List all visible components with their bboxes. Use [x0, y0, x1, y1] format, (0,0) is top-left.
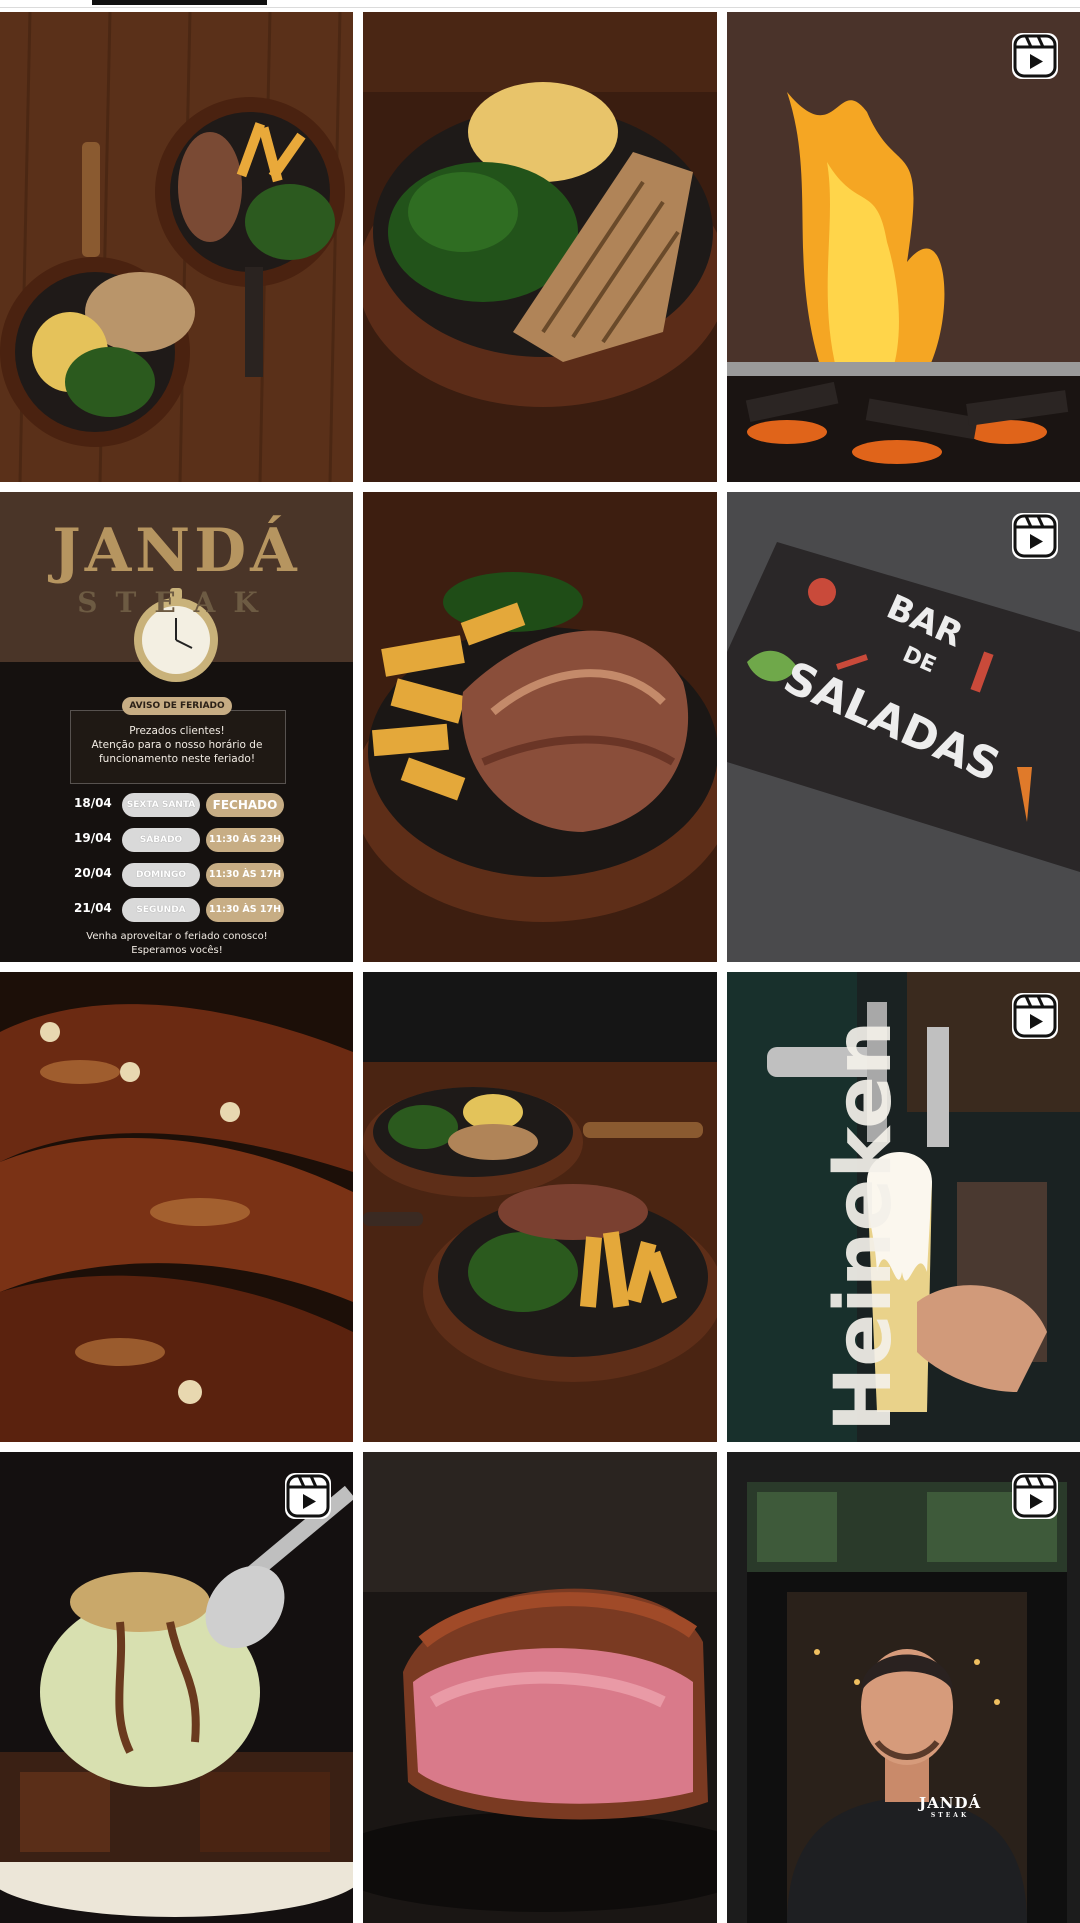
grid-post-grilled-fish[interactable]: [363, 12, 717, 482]
grid-post-owner-video[interactable]: JANDÁ STEAK: [727, 1452, 1080, 1923]
reels-icon: [1012, 1473, 1058, 1519]
post-image: [363, 12, 717, 482]
notice-message: Prezados clientes! Atenção para o nosso …: [72, 724, 282, 766]
schedule-row: 21/04 SEGUNDA 11:30 ÀS 17H: [74, 898, 284, 924]
reels-icon: [1012, 993, 1058, 1039]
schedule-date: 21/04: [74, 901, 112, 915]
schedule-day: SÁBADO: [122, 828, 200, 852]
grid-post-grilled-ribs[interactable]: [0, 972, 353, 1442]
post-image: [0, 12, 353, 482]
schedule-day: DOMINGO: [122, 863, 200, 887]
schedule-row: 20/04 DOMINGO 11:30 ÀS 17H: [74, 863, 284, 889]
schedule-day: SEXTA SANTA: [122, 793, 200, 817]
schedule-date: 19/04: [74, 831, 112, 845]
grid-post-steak-fries[interactable]: [0, 12, 353, 482]
grid-post-draft-beer[interactable]: Heineken: [727, 972, 1080, 1442]
grid-post-beef-fries[interactable]: [363, 492, 717, 962]
message-line: funcionamento neste feriado!: [98, 753, 256, 765]
post-image: [727, 12, 1080, 482]
brand-logo-sub: STEAK: [77, 586, 276, 619]
post-image: [0, 1452, 353, 1923]
notice-title: AVISO DE FERIADO: [122, 697, 232, 715]
tab-divider: [0, 7, 1080, 8]
footer-line: Venha aproveitar o feriado conosco!: [86, 931, 268, 942]
reels-icon: [1012, 33, 1058, 79]
schedule-hours: FECHADO: [206, 793, 284, 817]
post-image: [0, 972, 353, 1442]
post-image: [363, 492, 717, 962]
schedule-date: 18/04: [74, 796, 112, 810]
schedule-row: 19/04 SÁBADO 11:30 ÀS 23H: [74, 828, 284, 854]
shirt-logo: JANDÁ STEAK: [919, 1794, 981, 1819]
grid-post-two-skillets[interactable]: [363, 972, 717, 1442]
grid-post-wood-fire[interactable]: [727, 12, 1080, 482]
schedule-row: 18/04 SEXTA SANTA FECHADO: [74, 793, 284, 819]
reels-icon: [1012, 513, 1058, 559]
grid-post-rare-steak[interactable]: [363, 1452, 717, 1923]
beer-brand-text: Heineken: [819, 1020, 909, 1432]
active-tab-indicator: [92, 0, 267, 5]
post-image: [363, 1452, 717, 1923]
post-image: [363, 972, 717, 1442]
holiday-notice: JANDÁ STEAK AVISO DE FERIADO Prezados cl…: [0, 492, 353, 962]
schedule-day: SEGUNDA: [122, 898, 200, 922]
post-image: [727, 1452, 1080, 1923]
profile-tab-bar: [0, 0, 1080, 12]
schedule-date: 20/04: [74, 866, 112, 880]
grid-post-salad-bar[interactable]: BAR DE SALADAS: [727, 492, 1080, 962]
reels-icon: [285, 1473, 331, 1519]
notice-footer: Venha aproveitar o feriado conosco! Espe…: [72, 930, 282, 958]
brand-logo: JANDÁ: [52, 516, 301, 586]
shirt-logo-text: JANDÁ: [919, 1794, 982, 1812]
message-line: Prezados clientes!: [129, 725, 225, 737]
schedule-hours: 11:30 ÀS 17H: [206, 898, 284, 922]
shirt-logo-sub: STEAK: [930, 1812, 970, 1819]
message-line: Atenção para o nosso horário de: [91, 739, 263, 751]
footer-line: Esperamos vocês!: [131, 945, 223, 956]
grid-post-holiday-notice[interactable]: JANDÁ STEAK AVISO DE FERIADO Prezados cl…: [0, 492, 353, 962]
schedule-hours: 11:30 ÀS 23H: [206, 828, 284, 852]
grid-post-ice-cream-brownie[interactable]: [0, 1452, 353, 1923]
schedule-hours: 11:30 ÀS 17H: [206, 863, 284, 887]
